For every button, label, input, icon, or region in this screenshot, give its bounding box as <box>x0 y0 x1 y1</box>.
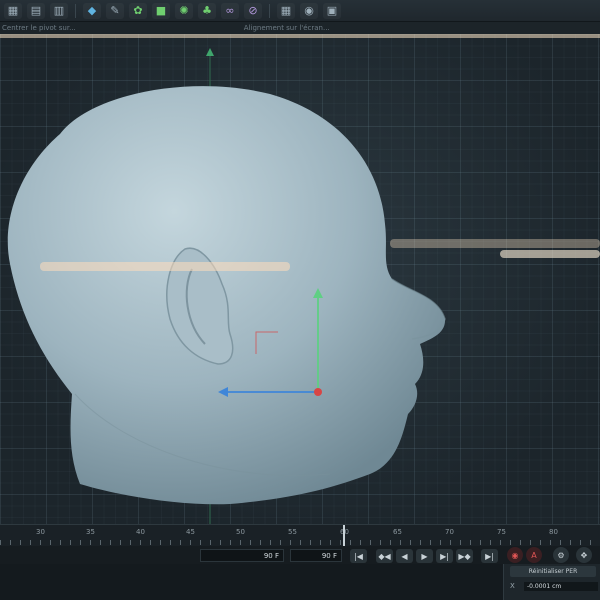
toolbar-divider <box>269 3 270 18</box>
gear-green-icon[interactable]: ✺ <box>175 2 193 19</box>
end-frame-field[interactable]: 90 F <box>290 549 342 562</box>
tick-label: 40 <box>136 528 145 536</box>
go-to-end-button[interactable]: ▶| <box>481 549 498 563</box>
status-left: Centrer le pivot sur... <box>2 24 76 32</box>
light-streak-far-right <box>500 250 600 258</box>
tick-label: 50 <box>236 528 245 536</box>
go-to-start-button[interactable]: |◀ <box>350 549 367 563</box>
attributes-panel: Réinitialiser PER X -0.0001 cm <box>503 564 600 600</box>
cluster-icon[interactable]: ♣ <box>198 2 216 19</box>
main-toolbar: ▦ ▤ ▥ ◆ ✎ ✿ ■ ✺ ♣ ∞ ⊘ ▦ ◉ ▣ <box>0 0 600 22</box>
tick-label: 55 <box>288 528 297 536</box>
clapper-icon[interactable]: ▥ <box>50 2 68 19</box>
x-label: X <box>510 582 515 590</box>
lower-panel: Réinitialiser PER X -0.0001 cm <box>0 564 600 600</box>
pen-icon[interactable]: ✎ <box>106 2 124 19</box>
tick-label: 65 <box>393 528 402 536</box>
auto-key-button[interactable]: A <box>526 547 542 563</box>
record-button[interactable]: ◉ <box>507 547 523 563</box>
tick-label: 35 <box>86 528 95 536</box>
deformer-icon[interactable]: ∞ <box>221 2 239 19</box>
world-y-arrow <box>206 48 214 56</box>
tick-label: 30 <box>36 528 45 536</box>
cube-icon[interactable]: ◆ <box>83 2 101 19</box>
attr-row-x: X -0.0001 cm <box>510 581 598 591</box>
tick-label: 75 <box>497 528 506 536</box>
transport-bar: 90 F 90 F |◀ ◆◀ ◀ ▶ ▶| ▶◆ ▶| ◉ A ⚙ ✥ <box>0 546 600 564</box>
play-button[interactable]: ▶ <box>416 549 433 563</box>
step-forward-button[interactable]: ▶| <box>436 549 453 563</box>
status-mid: Alignement sur l'écran... <box>243 24 330 32</box>
grid-icon[interactable]: ▦ <box>4 2 22 19</box>
film-icon[interactable]: ▤ <box>27 2 45 19</box>
move-key-icon[interactable]: ✥ <box>576 547 592 563</box>
toolbar-divider <box>75 3 76 18</box>
camera-icon[interactable]: ◉ <box>300 2 318 19</box>
previous-key-button[interactable]: ◆◀ <box>376 549 393 563</box>
x-value-field[interactable]: -0.0001 cm <box>524 581 598 591</box>
viewport-scene <box>0 34 600 524</box>
reset-psr-button[interactable]: Réinitialiser PER <box>510 566 596 577</box>
start-frame-field[interactable]: 90 F <box>200 549 284 562</box>
statusbar: Centrer le pivot sur... Alignement sur l… <box>0 22 600 34</box>
timeline-ruler[interactable]: 30 35 40 45 50 55 60 65 70 75 80 <box>0 524 600 547</box>
light-streak-right <box>390 239 600 248</box>
no-entry-icon[interactable]: ⊘ <box>244 2 262 19</box>
tick-label: 45 <box>186 528 195 536</box>
keyframe-settings-icon[interactable]: ⚙ <box>553 547 569 563</box>
playhead[interactable] <box>343 525 345 547</box>
timeline-ticks <box>0 540 600 545</box>
light-streak-top <box>0 34 600 38</box>
tick-label: 80 <box>549 528 558 536</box>
subdivision-icon[interactable]: ✿ <box>129 2 147 19</box>
light-streak-left <box>40 262 290 271</box>
gizmo-pivot[interactable] <box>314 388 322 396</box>
tick-label: 70 <box>445 528 454 536</box>
step-back-button[interactable]: ◀ <box>396 549 413 563</box>
render-icon[interactable]: ▣ <box>323 2 341 19</box>
3d-viewport[interactable] <box>0 34 600 524</box>
next-key-button[interactable]: ▶◆ <box>456 549 473 563</box>
green-cube-icon[interactable]: ■ <box>152 2 170 19</box>
table-icon[interactable]: ▦ <box>277 2 295 19</box>
